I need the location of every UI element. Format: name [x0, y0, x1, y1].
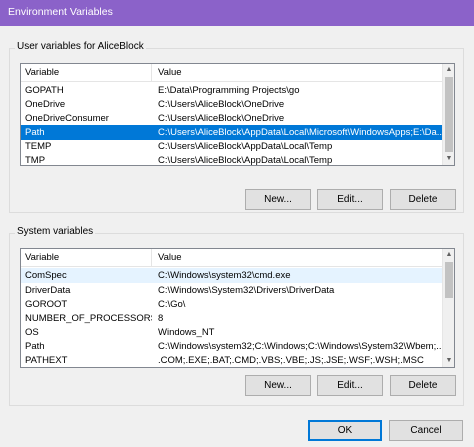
variable-name: NUMBER_OF_PROCESSORS	[25, 313, 152, 324]
table-row-hover[interactable]: ComSpec C:\Windows\system32\cmd.exe	[21, 268, 443, 283]
scroll-up-icon[interactable]: ▲	[443, 249, 454, 261]
system-delete-button[interactable]: Delete	[390, 375, 456, 396]
variable-value: C:\Users\AliceBlock\AppData\Local\Temp	[158, 155, 333, 166]
variable-name: OS	[25, 327, 39, 338]
system-variables-group: System variables Variable Value ComSpec C…	[9, 226, 464, 406]
variable-name: OneDrive	[25, 99, 66, 110]
variable-value: C:\Windows\system32\cmd.exe	[158, 270, 291, 281]
variable-value: C:\Users\AliceBlock\AppData\Local\Micros…	[158, 127, 443, 138]
variable-value: 8	[158, 313, 164, 324]
user-variables-label: User variables for AliceBlock	[15, 41, 146, 52]
table-row[interactable]: GOPATH E:\Data\Programming Projects\go	[21, 83, 443, 98]
system-list-vertical-scrollbar[interactable]: ▲ ▼	[442, 249, 454, 367]
variable-value: C:\Go\	[158, 299, 186, 310]
table-row[interactable]: PATHEXT .COM;.EXE;.BAT;.CMD;.VBS;.VBE;.JS…	[21, 353, 443, 367]
scroll-down-icon[interactable]: ▼	[443, 355, 454, 367]
variable-value: C:\Windows\System32\Drivers\DriverData	[158, 285, 335, 296]
scrollbar-thumb[interactable]	[445, 77, 453, 152]
variable-name: PATHEXT	[25, 355, 68, 366]
scroll-up-icon[interactable]: ▲	[443, 64, 454, 76]
variable-value: C:\Windows\system32;C:\Windows;C:\Window…	[158, 341, 443, 352]
variable-name: TMP	[25, 155, 46, 166]
user-list-vertical-scrollbar[interactable]: ▲ ▼	[442, 64, 454, 165]
user-variables-list[interactable]: Variable Value GOPATH E:\Data\Programming…	[20, 63, 455, 166]
table-row-selected[interactable]: Path C:\Users\AliceBlock\AppData\Local\Mi…	[21, 125, 443, 140]
variable-value: C:\Users\AliceBlock\OneDrive	[158, 113, 285, 124]
variable-name: OneDriveConsumer	[25, 113, 109, 124]
table-row[interactable]: OneDrive C:\Users\AliceBlock\OneDrive	[21, 97, 443, 112]
user-value-column-header[interactable]: Value	[152, 64, 443, 82]
user-edit-button[interactable]: Edit...	[317, 189, 383, 210]
scroll-down-icon[interactable]: ▼	[443, 153, 454, 165]
system-variables-list[interactable]: Variable Value ComSpec C:\Windows\system3…	[20, 248, 455, 368]
system-edit-button[interactable]: Edit...	[317, 375, 383, 396]
cancel-button[interactable]: Cancel	[389, 420, 463, 441]
system-rows: ComSpec C:\Windows\system32\cmd.exe Drive…	[21, 268, 443, 367]
variable-name: ComSpec	[25, 270, 67, 281]
table-row[interactable]: OneDriveConsumer C:\Users\AliceBlock\OneD…	[21, 111, 443, 126]
user-rows: GOPATH E:\Data\Programming Projects\go On…	[21, 83, 443, 166]
table-row[interactable]: GOROOT C:\Go\	[21, 297, 443, 312]
user-variables-group: User variables for AliceBlock Variable V…	[9, 41, 464, 213]
table-row[interactable]: OS Windows_NT	[21, 325, 443, 340]
window-title: Environment Variables	[8, 6, 113, 18]
ok-button[interactable]: OK	[308, 420, 382, 441]
user-new-button[interactable]: New...	[245, 189, 311, 210]
variable-value: Windows_NT	[158, 327, 215, 338]
title-bar[interactable]: Environment Variables	[0, 0, 474, 26]
table-row[interactable]: TEMP C:\Users\AliceBlock\AppData\Local\Te…	[21, 139, 443, 154]
user-variable-column-header[interactable]: Variable	[21, 64, 152, 82]
variable-value: E:\Data\Programming Projects\go	[158, 85, 300, 96]
table-row[interactable]: DriverData C:\Windows\System32\Drivers\Dr…	[21, 283, 443, 298]
user-delete-button[interactable]: Delete	[390, 189, 456, 210]
variable-value: C:\Users\AliceBlock\AppData\Local\Temp	[158, 141, 333, 152]
variable-name: Path	[25, 127, 45, 138]
system-list-header: Variable Value	[21, 249, 443, 267]
variable-value: .COM;.EXE;.BAT;.CMD;.VBS;.VBE;.JS;.JSE;.…	[158, 355, 424, 366]
environment-variables-window: User variables for AliceBlock Variable V…	[0, 26, 474, 447]
scrollbar-thumb[interactable]	[445, 262, 453, 298]
user-list-header: Variable Value	[21, 64, 443, 82]
variable-name: TEMP	[25, 141, 52, 152]
variable-name: GOPATH	[25, 85, 64, 96]
variable-name: Path	[25, 341, 45, 352]
table-row[interactable]: NUMBER_OF_PROCESSORS 8	[21, 311, 443, 326]
table-row[interactable]: TMP C:\Users\AliceBlock\AppData\Local\Tem…	[21, 153, 443, 166]
system-variable-column-header[interactable]: Variable	[21, 249, 152, 267]
variable-name: DriverData	[25, 285, 71, 296]
system-variables-label: System variables	[15, 226, 96, 237]
variable-name: GOROOT	[25, 299, 68, 310]
system-new-button[interactable]: New...	[245, 375, 311, 396]
system-value-column-header[interactable]: Value	[152, 249, 443, 267]
variable-value: C:\Users\AliceBlock\OneDrive	[158, 99, 285, 110]
table-row[interactable]: Path C:\Windows\system32;C:\Windows;C:\Wi…	[21, 339, 443, 354]
